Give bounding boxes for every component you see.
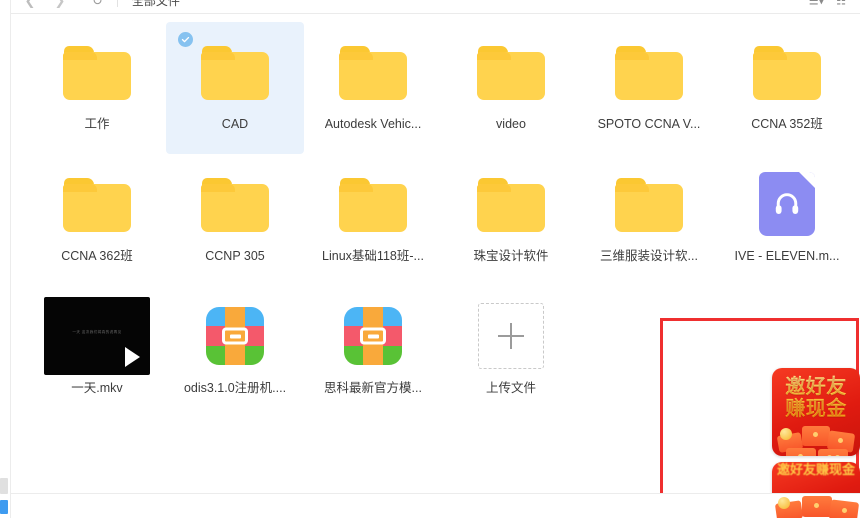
file-icon-wrap [166,300,304,372]
file-icon-wrap [442,36,580,108]
folder-icon [477,176,545,232]
file-icon-wrap [580,168,718,240]
sidebar-collapse-handle[interactable] [0,500,8,514]
file-icon-wrap [304,300,442,372]
file-item[interactable]: 一天 这次我们将真的说再见一天.mkv [28,286,166,418]
file-name-label: SPOTO CCNA V... [597,117,701,131]
file-item[interactable]: 工作 [28,22,166,154]
file-item[interactable]: odis3.1.0注册机.... [166,286,304,418]
app-icon [206,307,264,365]
file-name-label: 工作 [84,117,110,131]
file-item[interactable]: Autodesk Vehic... [304,22,442,154]
promo-column: 邀好友 赚现金 邀好友赚现金 广告 [772,368,860,518]
folder-icon [615,44,683,100]
file-item[interactable]: CCNA 352班 [718,22,856,154]
selected-check-badge[interactable] [178,32,193,47]
view-mode-icon[interactable]: ☷ [836,0,846,7]
forward-button[interactable]: ❯ [52,0,68,9]
sort-icon[interactable]: ☰▾ [809,0,824,7]
file-grid: 工作 CAD Autodesk Vehic... video SPOTO CCNA V.… [11,14,860,418]
file-item[interactable]: CCNP 305 [166,154,304,286]
promo-text: 邀好友 赚现金 [772,368,860,419]
file-icon-wrap [718,168,856,240]
file-icon-wrap [166,168,304,240]
promo-banner-invite-friends[interactable]: 邀好友 赚现金 [772,368,860,456]
file-item[interactable]: 上传文件 [442,286,580,418]
file-name-label: video [496,117,526,131]
file-name-label: IVE - ELEVEN.m... [734,249,840,263]
file-icon-wrap [442,300,580,372]
file-list-area: 工作 CAD Autodesk Vehic... video SPOTO CCNA V.… [11,14,860,493]
promo-secondary-text: 邀好友赚现金 [776,463,855,478]
file-icon-wrap [28,168,166,240]
sidebar-scroll-handle[interactable] [0,478,8,494]
file-manager-window: ❮ ❯ ↻ 全部文件 ☰▾ ☷ 工作 CAD Autodesk Vehic... vi… [0,0,860,518]
file-name-label: 上传文件 [485,381,536,395]
video-thumbnail: 一天 这次我们将真的说再见 [44,297,150,375]
file-name-label: CCNA 362班 [61,249,133,263]
app-icon [344,307,402,365]
upload-dropzone[interactable] [478,303,544,369]
file-name-label: CCNP 305 [205,249,265,263]
file-icon-wrap [28,36,166,108]
file-name-label: odis3.1.0注册机.... [183,381,287,395]
top-toolbar: ❮ ❯ ↻ 全部文件 ☰▾ ☷ [0,0,860,14]
folder-icon [339,44,407,100]
file-item[interactable]: video [442,22,580,154]
file-icon-wrap: 一天 这次我们将真的说再见 [28,297,166,375]
folder-icon [615,176,683,232]
file-name-label: Linux基础118班-... [322,249,424,263]
folder-icon [63,44,131,100]
plus-icon [498,323,524,349]
promo-line-2: 赚现金 [785,396,847,420]
file-icon-wrap [718,36,856,108]
folder-icon [63,176,131,232]
file-name-label: 珠宝设计软件 [473,249,549,263]
status-bar [11,493,860,518]
file-item[interactable]: CAD [166,22,304,154]
file-item[interactable]: 珠宝设计软件 [442,154,580,286]
promo-line-1: 邀好友 [785,374,847,398]
file-icon-wrap [304,36,442,108]
sidebar-strip [0,0,11,518]
folder-icon [201,44,269,100]
file-name-label: 三维服装设计软... [600,249,698,263]
file-name-label: CAD [221,117,249,131]
folder-icon [339,176,407,232]
audio-file-icon [759,172,815,236]
file-name-label: CCNA 352班 [751,117,823,131]
file-item[interactable]: IVE - ELEVEN.m... [718,154,856,286]
file-name-label: Autodesk Vehic... [324,117,422,131]
file-item[interactable]: 思科最新官方模... [304,286,442,418]
file-item[interactable]: Linux基础118班-... [304,154,442,286]
folder-icon [753,44,821,100]
file-item[interactable]: CCNA 362班 [28,154,166,286]
file-item[interactable]: 三维服装设计软... [580,154,718,286]
file-icon-wrap [304,168,442,240]
file-name-label: 一天.mkv [71,381,123,395]
headphone-icon [775,193,799,214]
promo-secondary-decoration [772,488,860,518]
promo-packets-decoration [772,418,860,456]
promo-banner-secondary[interactable]: 邀好友赚现金 广告 [772,462,860,518]
file-name-label: 思科最新官方模... [324,381,422,395]
file-icon-wrap [580,36,718,108]
play-icon [125,347,140,367]
file-icon-wrap [442,168,580,240]
refresh-icon[interactable]: ↻ [92,0,103,9]
folder-icon [201,176,269,232]
file-item[interactable]: SPOTO CCNA V... [580,22,718,154]
back-button[interactable]: ❮ [22,0,38,9]
breadcrumb[interactable]: 全部文件 [132,0,180,9]
toolbar-divider [116,0,118,7]
folder-icon [477,44,545,100]
toolbar-right-group: ☰▾ ☷ [809,0,846,7]
